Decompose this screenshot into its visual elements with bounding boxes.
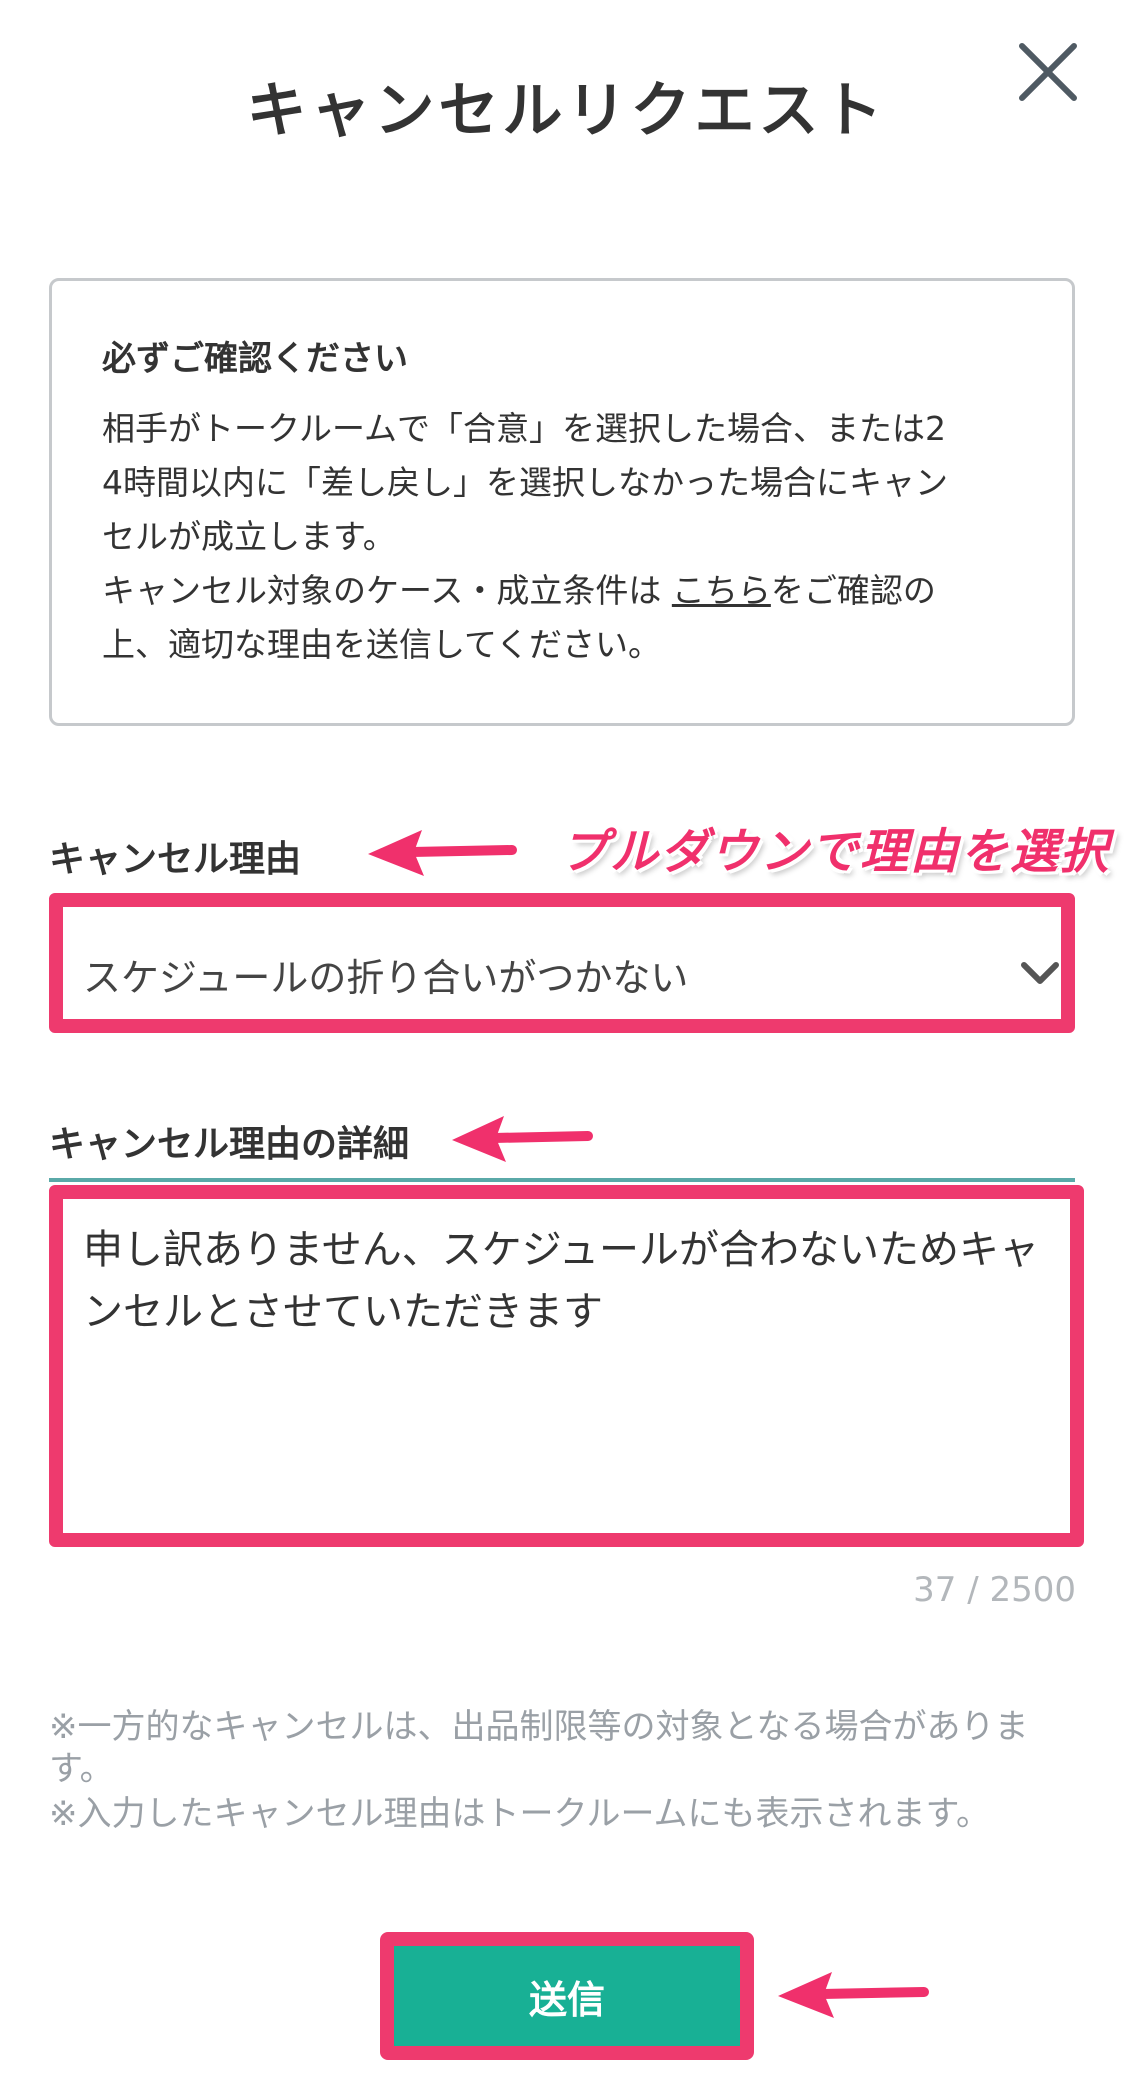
textarea-focus-line bbox=[49, 1178, 1075, 1182]
annotation-arrow-icon bbox=[452, 1116, 593, 1162]
cancel-reason-select[interactable]: スケジュールの折り合いがつかない bbox=[49, 893, 1075, 1033]
notice-box: 必ずご確認ください 相手がトークルームで「合意」を選択した場合、または2 4時間… bbox=[49, 278, 1075, 726]
submit-button[interactable]: 送信 bbox=[394, 1946, 740, 2046]
notice-line-2: 4時間以内に「差し戻し」を選択しなかった場合にキャン bbox=[102, 463, 948, 502]
character-counter: 37 / 2500 bbox=[913, 1570, 1076, 1610]
notice-line-1: 相手がトークルームで「合意」を選択した場合、または2 bbox=[102, 409, 947, 448]
notice-link[interactable]: こちら bbox=[672, 571, 771, 610]
annotation-text: プルダウンで理由を選択 bbox=[560, 824, 1111, 880]
chevron-down-icon bbox=[1021, 962, 1059, 984]
note-unilateral-cancel: ※一方的なキャンセルは、出品制限等の対象となる場合があります。 bbox=[49, 1707, 1029, 1789]
close-icon bbox=[1019, 43, 1077, 101]
cancel-reason-selected-value: スケジュールの折り合いがつかない bbox=[83, 956, 689, 1000]
notice-line-5: 上、適切な理由を送信してください。 bbox=[102, 625, 662, 664]
cancel-detail-label: キャンセル理由の詳細 bbox=[49, 1124, 410, 1165]
note-reason-visible: ※入力したキャンセル理由はトークルームにも表示されます。 bbox=[49, 1794, 991, 1834]
page-title: キャンセルリクエスト bbox=[246, 76, 887, 146]
notice-line-3: セルが成立します。 bbox=[102, 517, 396, 556]
notice-line-4-before: キャンセル対象のケース・成立条件は bbox=[102, 571, 672, 610]
close-button[interactable] bbox=[1010, 34, 1086, 110]
annotation-arrow-icon bbox=[778, 1972, 929, 2018]
annotation-arrow-icon bbox=[368, 830, 517, 876]
cancel-detail-text: 申し訳ありません、スケジュールが合わないためキャンセルとさせていただきます bbox=[83, 1227, 1039, 1335]
cancel-reason-label: キャンセル理由 bbox=[49, 839, 302, 880]
notice-heading: 必ずご確認ください bbox=[102, 339, 408, 379]
notice-line-4-after: をご確認の bbox=[770, 571, 936, 610]
notice-body: 相手がトークルームで「合意」を選択した場合、または2 4時間以内に「差し戻し」を… bbox=[102, 402, 1024, 672]
cancel-detail-textarea[interactable]: 申し訳ありません、スケジュールが合わないためキャンセルとさせていただきます bbox=[49, 1185, 1084, 1547]
